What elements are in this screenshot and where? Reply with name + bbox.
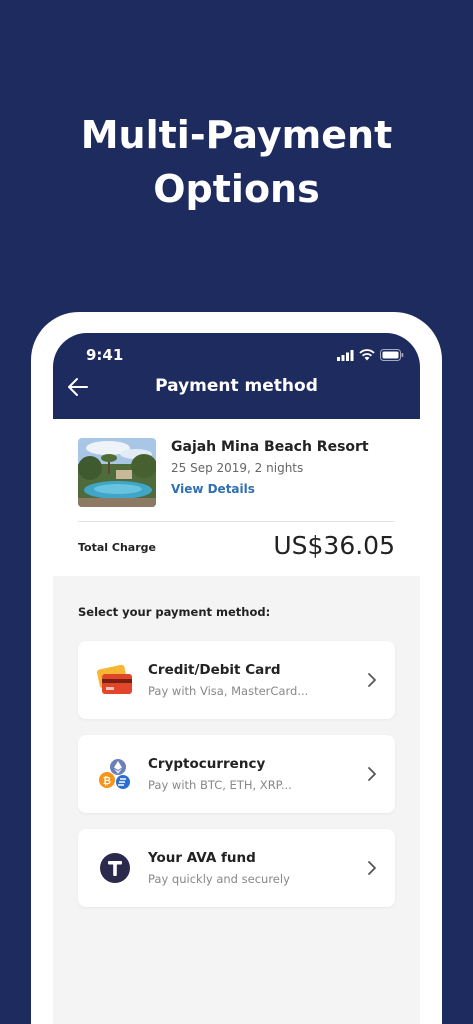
wifi-icon xyxy=(359,349,375,361)
phone-screen: 9:41 Payment method Gajah Mina Beach Res… xyxy=(53,333,420,1024)
status-time: 9:41 xyxy=(86,346,124,364)
total-charge-label: Total Charge xyxy=(78,541,156,554)
chevron-right-icon xyxy=(368,767,376,781)
payment-option-subtitle: Pay with BTC, ETH, XRP... xyxy=(148,778,292,792)
payment-option-title: Cryptocurrency xyxy=(148,756,266,772)
payment-option-subtitle: Pay quickly and securely xyxy=(148,872,290,886)
hotel-name: Gajah Mina Beach Resort xyxy=(171,439,369,455)
chevron-right-icon xyxy=(368,673,376,687)
headline-line-2: Options xyxy=(153,167,320,211)
payment-option-card[interactable]: Your AVA fund Pay quickly and securely xyxy=(78,829,395,907)
payment-section-label: Select your payment method: xyxy=(78,605,271,619)
divider xyxy=(78,521,395,522)
stay-dates: 25 Sep 2019, 2 nights xyxy=(171,461,304,475)
payment-option-card[interactable]: Credit/Debit Card Pay with Visa, MasterC… xyxy=(78,641,395,719)
status-icons xyxy=(337,349,404,361)
booking-summary: Gajah Mina Beach Resort 25 Sep 2019, 2 n… xyxy=(53,419,420,576)
ava-token-icon xyxy=(100,853,130,883)
payment-option-title: Credit/Debit Card xyxy=(148,662,281,678)
svg-text:₿: ₿ xyxy=(103,775,111,787)
signal-icon xyxy=(337,349,354,361)
promo-headline: Multi-Payment Options xyxy=(0,108,473,216)
app-header: 9:41 Payment method xyxy=(53,333,420,419)
credit-card-icon xyxy=(96,664,132,694)
hotel-photo xyxy=(78,438,156,507)
battery-icon xyxy=(380,349,404,361)
crypto-coins-icon: ₿ xyxy=(99,759,130,789)
payment-option-card[interactable]: ₿ Cryptocurrency Pay with BTC, ETH, XRP.… xyxy=(78,735,395,813)
total-charge-amount: US$36.05 xyxy=(273,531,395,560)
page-title: Payment method xyxy=(155,376,318,396)
payment-option-subtitle: Pay with Visa, MasterCard... xyxy=(148,684,309,698)
chevron-right-icon xyxy=(368,861,376,875)
headline-line-1: Multi-Payment xyxy=(80,113,393,157)
view-details-link[interactable]: View Details xyxy=(171,482,255,496)
payment-option-title: Your AVA fund xyxy=(148,850,256,866)
